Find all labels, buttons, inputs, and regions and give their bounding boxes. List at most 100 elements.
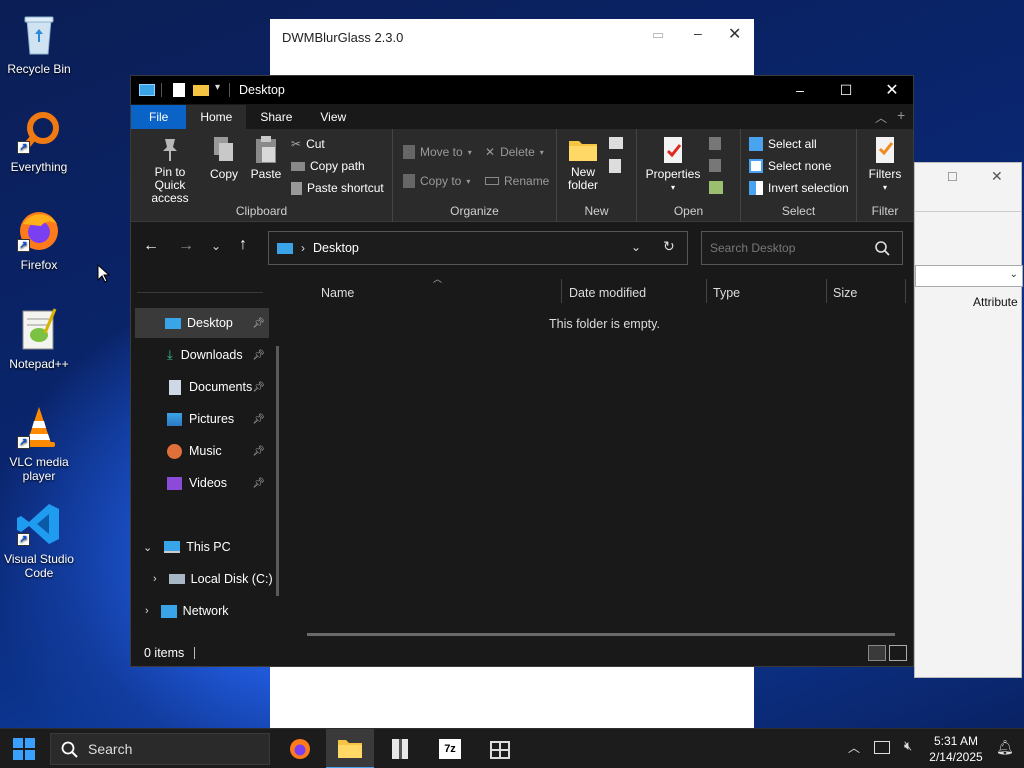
taskbar-search-box[interactable]: Search <box>50 733 270 765</box>
help-icon[interactable]: + <box>897 107 905 123</box>
desktop-icon-everything[interactable]: ↗ Everything <box>0 108 78 174</box>
pin-icon[interactable]: 📌︎ <box>252 382 265 393</box>
address-dropdown-icon[interactable]: ⌄ <box>631 240 641 254</box>
maximize-button[interactable]: ☐ <box>823 76 869 104</box>
nav-item-downloads[interactable]: ⤓ Downloads 📌︎ <box>135 340 269 370</box>
maximize-button[interactable]: ☐ <box>947 170 958 184</box>
properties-quick-icon[interactable] <box>173 83 185 97</box>
clock[interactable]: 5:31 AM 2/14/2025 <box>926 733 986 765</box>
select-group: Select all Select none Invert selection … <box>741 129 857 222</box>
new-item-icon[interactable] <box>609 137 623 149</box>
taskbar-app-grid[interactable] <box>476 729 524 768</box>
nav-item-music[interactable]: Music 📌︎ <box>135 436 269 466</box>
nav-scrollbar[interactable] <box>276 346 279 596</box>
close-button[interactable]: ✕ <box>728 24 741 44</box>
start-button[interactable] <box>0 729 48 768</box>
select-all-button[interactable]: Select all <box>749 137 817 151</box>
desktop-icon-firefox[interactable]: ↗ Firefox <box>0 206 78 272</box>
move-to-button[interactable]: Move to ▾ <box>403 145 472 159</box>
open-icon[interactable] <box>709 137 721 150</box>
desktop-icon-vlc[interactable]: ↗ VLC media player <box>0 403 78 483</box>
nav-item-pictures[interactable]: Pictures 📌︎ <box>135 404 269 434</box>
recent-locations-chevron-icon[interactable]: ⌄ <box>211 239 221 253</box>
title-bar[interactable]: ▾ Desktop – ☐ ✕ <box>131 76 913 104</box>
easy-access-icon[interactable] <box>609 159 621 173</box>
minimize-button[interactable]: – <box>694 25 702 41</box>
large-icons-view-icon[interactable] <box>889 645 907 661</box>
select-none-button[interactable]: Select none <box>749 159 831 173</box>
column-date-modified[interactable]: Date modified <box>569 281 646 305</box>
close-button[interactable]: ✕ <box>869 76 915 104</box>
details-view-icon[interactable] <box>868 645 886 661</box>
taskbar-firefox[interactable] <box>276 729 324 768</box>
pin-icon[interactable]: 📌︎ <box>252 446 265 457</box>
copy-to-button[interactable]: Copy to ▾ <box>403 174 470 188</box>
desktop-icon-vscode[interactable]: ↗ Visual Studio Code <box>0 500 78 580</box>
search-input[interactable]: Search Desktop <box>710 241 795 255</box>
desktop-icon-notepadpp[interactable]: Notepad++ <box>0 305 78 371</box>
volume-muted-icon[interactable]: 🔇︎ <box>904 738 912 754</box>
taskbar-7zip[interactable]: 7z <box>426 729 474 768</box>
copy-path-button[interactable]: Copy path <box>291 159 365 173</box>
properties-button[interactable]: Properties ▾ <box>643 135 703 194</box>
column-type[interactable]: Type <box>713 281 740 305</box>
search-box[interactable]: Search Desktop <box>701 231 903 265</box>
filters-button[interactable]: Filters ▾ <box>861 135 909 194</box>
pin-icon[interactable]: 📌︎ <box>252 318 265 329</box>
nav-item-local-disk[interactable]: › Local Disk (C:) <box>135 564 275 594</box>
desktop-icon-recycle-bin[interactable]: Recycle Bin <box>0 10 78 76</box>
search-icon[interactable] <box>875 241 890 256</box>
delete-button[interactable]: ✕ Delete ▾ <box>485 145 544 159</box>
pin-icon[interactable]: 📌︎ <box>252 478 265 489</box>
save-icon[interactable]: ▭ <box>652 27 664 43</box>
pin-icon[interactable]: 📌︎ <box>252 350 265 361</box>
paste-button[interactable]: Paste <box>247 135 285 181</box>
nav-item-desktop[interactable]: Desktop 📌︎ <box>135 308 269 338</box>
tab-view[interactable]: View <box>306 105 360 129</box>
back-arrow-icon[interactable]: ← <box>143 237 159 255</box>
up-arrow-icon[interactable]: ↑ <box>239 236 247 254</box>
taskbar-app-book[interactable] <box>376 729 424 768</box>
nav-item-network[interactable]: › Network <box>135 596 269 626</box>
customize-toolbar-icon[interactable]: ▾ <box>215 82 220 93</box>
notification-bell-icon[interactable]: 🔔︎ <box>996 739 1014 756</box>
secondary-window[interactable]: ☐ ✕ ⌄ Attribute <box>914 162 1023 678</box>
edit-icon[interactable] <box>709 159 721 172</box>
dropdown-box[interactable]: ⌄ <box>915 265 1023 287</box>
rename-button[interactable]: Rename <box>485 174 549 188</box>
pin-icon[interactable]: 📌︎ <box>252 414 265 425</box>
tab-share[interactable]: Share <box>246 105 306 129</box>
nav-item-this-pc[interactable]: ⌄ This PC <box>135 532 269 562</box>
taskbar-file-explorer[interactable] <box>326 729 374 768</box>
minimize-button[interactable]: – <box>777 76 823 104</box>
address-bar[interactable]: › Desktop ⌄ ↻ <box>268 231 688 265</box>
nav-item-documents[interactable]: Documents 📌︎ <box>135 372 269 402</box>
paste-shortcut-button[interactable]: Paste shortcut <box>291 181 384 195</box>
show-hidden-icons-chevron-icon[interactable]: ︿ <box>848 739 860 756</box>
address-path[interactable]: Desktop <box>313 241 359 255</box>
collapse-ribbon-icon[interactable]: ︿ <box>875 109 887 126</box>
horizontal-scrollbar[interactable] <box>307 633 895 636</box>
display-icon[interactable] <box>874 741 890 754</box>
column-size[interactable]: Size <box>833 281 857 305</box>
download-arrow-icon: ⤓ <box>167 347 173 362</box>
invert-selection-button[interactable]: Invert selection <box>749 181 849 195</box>
refresh-icon[interactable]: ↻ <box>663 238 675 255</box>
new-folder-button[interactable]: New folder <box>563 135 603 192</box>
forward-arrow-icon[interactable]: → <box>178 237 194 255</box>
cut-button[interactable]: ✂ Cut <box>291 137 325 151</box>
group-label: New <box>584 204 609 218</box>
history-icon[interactable] <box>709 181 723 194</box>
tab-home[interactable]: Home <box>186 105 247 129</box>
copy-button[interactable]: Copy <box>207 135 241 181</box>
nav-item-videos[interactable]: Videos 📌︎ <box>135 468 269 498</box>
close-button[interactable]: ✕ <box>991 168 1003 185</box>
column-name[interactable]: Name <box>321 281 354 305</box>
new-folder-quick-icon[interactable] <box>193 85 209 96</box>
file-explorer-window[interactable]: ▾ Desktop – ☐ ✕ File Home Share View ︿ +… <box>130 75 914 667</box>
expand-chevron-icon[interactable]: ⌄ <box>143 541 152 554</box>
pin-quick-access-button[interactable]: Pin to Quick access <box>135 135 205 205</box>
collapsed-chevron-icon[interactable]: › <box>153 573 157 585</box>
collapsed-chevron-icon[interactable]: › <box>145 605 149 617</box>
tab-file[interactable]: File <box>131 105 187 129</box>
